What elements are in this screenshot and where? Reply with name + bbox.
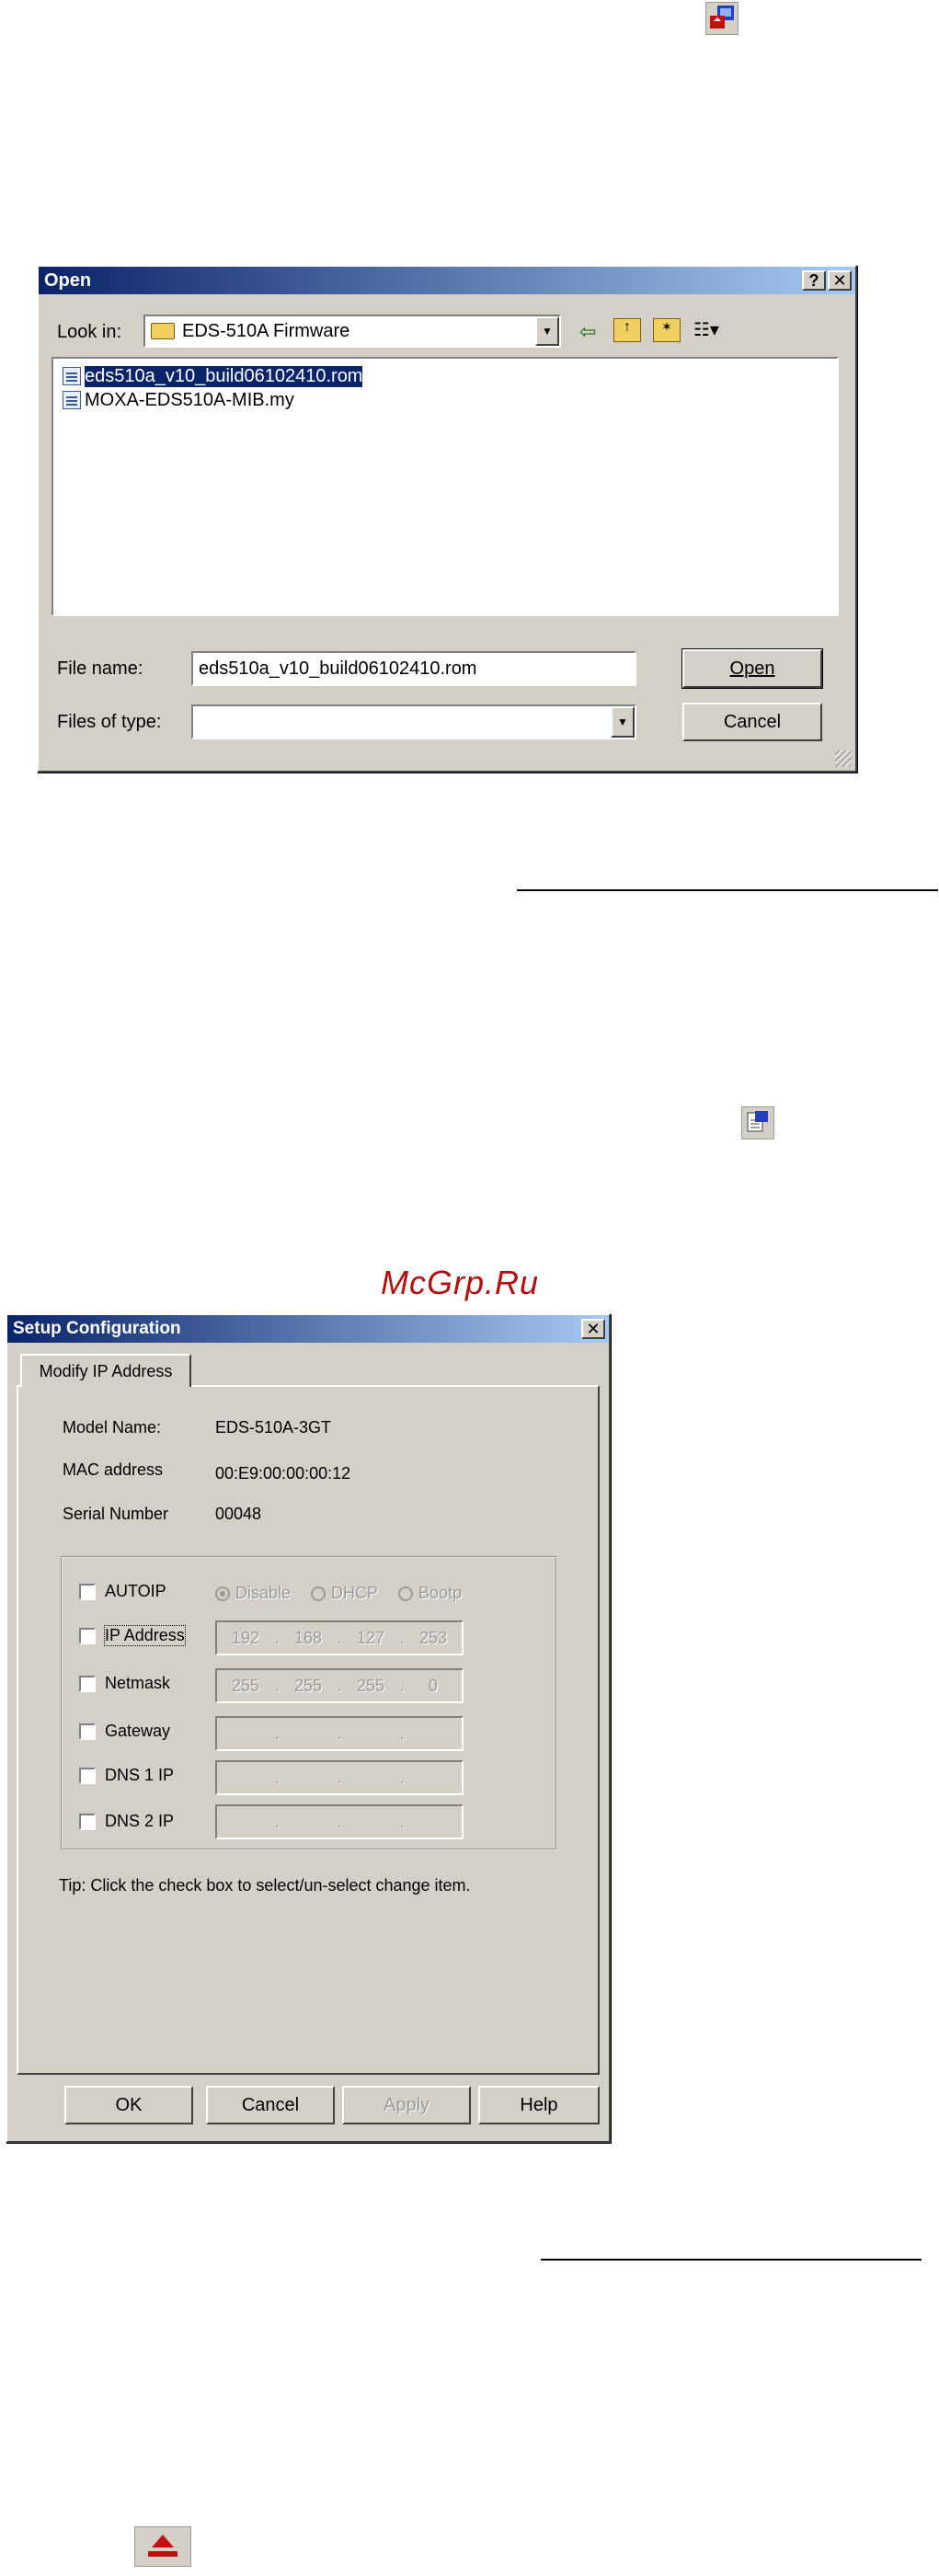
dns2-row: DNS 2 IP (79, 1812, 174, 1831)
chevron-down-icon[interactable]: ▼ (535, 316, 559, 346)
apply-button[interactable]: Apply (342, 2086, 471, 2124)
ok-button[interactable]: OK (64, 2086, 193, 2124)
underline-rule (517, 889, 938, 891)
open-dialog-titlebar: Open ? ✕ (39, 267, 855, 294)
help-button[interactable]: Help (478, 2086, 600, 2124)
dns2-field[interactable]: ... (215, 1804, 464, 1839)
ip-address-checkbox[interactable] (79, 1627, 96, 1644)
netmask-checkbox[interactable] (79, 1675, 96, 1692)
file-name-input[interactable]: eds510a_v10_build06102410.rom (191, 651, 636, 686)
chevron-down-icon[interactable]: ▼ (611, 706, 635, 738)
netmask-field[interactable]: 255. 255. 255. 0 (215, 1668, 464, 1703)
folder-icon (151, 323, 175, 339)
back-icon[interactable]: ⇦ (579, 320, 596, 344)
gateway-row: Gateway (79, 1722, 170, 1741)
dns1-checkbox[interactable] (79, 1767, 96, 1784)
help-button[interactable]: ? (802, 270, 826, 291)
list-item[interactable]: MOXA-EDS510A-MIB.my (59, 388, 831, 412)
dns2-label: DNS 2 IP (105, 1812, 175, 1830)
new-folder-icon[interactable]: ✶ (653, 318, 681, 342)
upload-icon[interactable] (134, 2526, 191, 2567)
open-dialog: Open ? ✕ Look in: EDS-510A Firmware ▼ ⇦ … (37, 265, 857, 773)
radio-disable-label: Disable (235, 1584, 292, 1602)
netmask-label: Netmask (105, 1674, 171, 1692)
configure-ip-icon[interactable] (741, 1106, 774, 1139)
setup-dialog-titlebar: Setup Configuration ✕ (7, 1315, 609, 1343)
gateway-label: Gateway (105, 1722, 171, 1740)
dialog-title: Open (44, 269, 92, 291)
netmask-row: Netmask (79, 1674, 170, 1693)
file-icon (63, 367, 81, 385)
autoip-label: AUTOIP (105, 1582, 166, 1600)
look-in-value: EDS-510A Firmware (182, 320, 350, 341)
mac-address-value: 00:E9:00:00:00:12 (215, 1464, 351, 1483)
watermark: McGrp.Ru (381, 1264, 540, 1301)
list-item[interactable]: eds510a_v10_build06102410.rom (59, 364, 831, 388)
upgrade-firmware-icon[interactable] (705, 2, 739, 35)
gateway-checkbox[interactable] (79, 1723, 96, 1740)
open-button[interactable]: Open (681, 648, 823, 689)
autoip-checkbox[interactable] (79, 1583, 96, 1600)
mac-address-label: MAC address (63, 1460, 164, 1479)
radio-disable[interactable] (215, 1586, 230, 1601)
resize-grip-icon[interactable] (835, 750, 852, 767)
ip-address-field[interactable]: 192. 168. 127. 253 (215, 1620, 464, 1655)
close-button[interactable]: ✕ (828, 270, 852, 291)
file-list[interactable]: eds510a_v10_build06102410.rom MOXA-EDS51… (52, 357, 839, 616)
look-in-label: Look in: (57, 322, 122, 342)
file-icon (63, 391, 81, 409)
files-of-type-label: Files of type: (57, 712, 162, 732)
cancel-button[interactable]: Cancel (206, 2086, 335, 2124)
up-folder-icon[interactable]: ↑ (613, 318, 641, 342)
autoip-row: AUTOIP (79, 1582, 166, 1601)
file-name: eds510a_v10_build06102410.rom (83, 364, 364, 388)
setup-dialog: Setup Configuration ✕ Modify IP Address … (6, 1313, 611, 2143)
file-name-label: File name: (57, 658, 143, 679)
serial-number-label: Serial Number (63, 1505, 169, 1523)
view-menu-icon[interactable]: ☷▾ (693, 318, 734, 342)
autoip-radio-group: Disable DHCP Bootp (215, 1584, 462, 1603)
file-name: MOXA-EDS510A-MIB.my (85, 389, 294, 410)
radio-bootp-label: Bootp (418, 1584, 463, 1602)
files-of-type-value (193, 701, 204, 732)
file-name-value: eds510a_v10_build06102410.rom (199, 658, 477, 679)
dns2-checkbox[interactable] (79, 1813, 96, 1830)
close-button[interactable]: ✕ (581, 1319, 605, 1339)
serial-number-value: 00048 (215, 1505, 262, 1523)
gateway-field[interactable]: ... (215, 1716, 464, 1751)
tab-modify-ip[interactable]: Modify IP Address (20, 1354, 191, 1387)
dialog-title: Setup Configuration (13, 1319, 181, 1338)
radio-bootp[interactable] (398, 1586, 414, 1601)
ip-address-row: IP Address (79, 1625, 186, 1646)
model-name-value: EDS-510A-3GT (215, 1418, 332, 1437)
radio-dhcp-label: DHCP (331, 1584, 379, 1602)
ip-address-label: IP Address (104, 1625, 186, 1646)
underline-rule (541, 2259, 922, 2261)
radio-dhcp[interactable] (311, 1586, 326, 1601)
cancel-button[interactable]: Cancel (682, 703, 822, 741)
dns1-row: DNS 1 IP (79, 1766, 174, 1785)
dns1-field[interactable]: ... (215, 1760, 464, 1795)
tip-text: Tip: Click the check box to select/un-se… (59, 1876, 471, 1895)
model-name-label: Model Name: (63, 1418, 162, 1437)
look-in-combo[interactable]: EDS-510A Firmware ▼ (143, 315, 561, 348)
dns1-label: DNS 1 IP (105, 1766, 175, 1784)
files-of-type-combo[interactable]: ▼ (191, 704, 636, 739)
